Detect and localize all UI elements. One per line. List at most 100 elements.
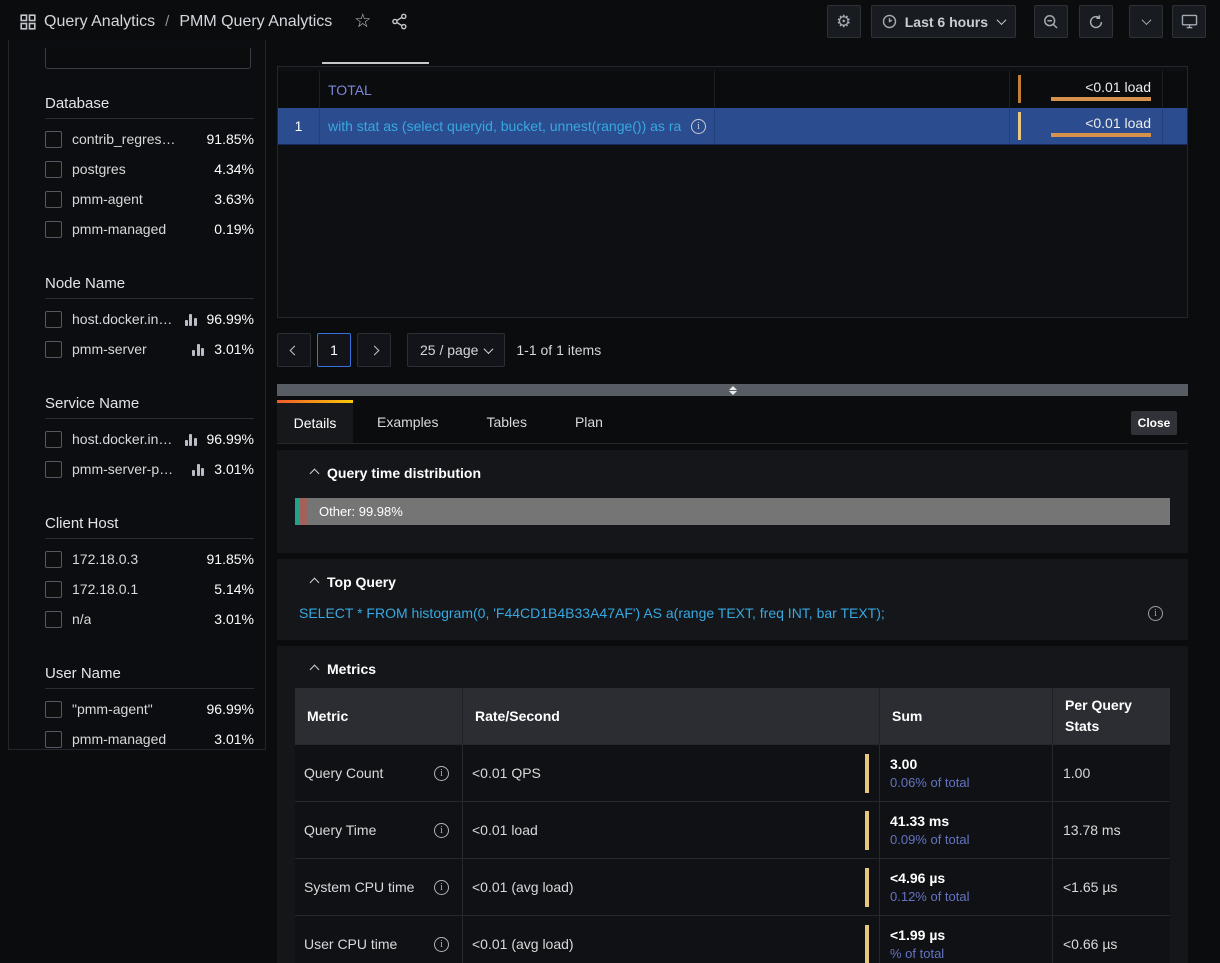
metric-rate: <0.01 load <box>472 822 538 838</box>
checkbox[interactable] <box>45 461 62 478</box>
checkbox[interactable] <box>45 551 62 568</box>
load-bar <box>1051 133 1151 137</box>
time-range-picker[interactable]: Last 6 hours <box>871 5 1016 38</box>
distribution-segment-other: Other: 99.98% <box>307 498 1170 525</box>
tab-tables[interactable]: Tables <box>462 400 550 443</box>
filter-item[interactable]: "pmm-agent" 96.99% <box>45 694 254 724</box>
checkbox[interactable] <box>45 221 62 238</box>
query-cell: with stat as (select queryid, bucket, un… <box>320 108 715 144</box>
info-icon[interactable] <box>691 119 706 134</box>
percent-of-total-link[interactable]: 0.06% of total <box>890 775 1052 790</box>
filter-item[interactable]: 172.18.0.3 91.85% <box>45 544 254 574</box>
checkbox[interactable] <box>45 701 62 718</box>
query-row-selected[interactable]: 1 with stat as (select queryid, bucket, … <box>278 108 1187 145</box>
load-cell: <0.01 load <box>1009 108 1163 144</box>
refresh-interval-button[interactable] <box>1129 5 1163 38</box>
checkbox[interactable] <box>45 161 62 178</box>
collapse-chevron-up-icon[interactable] <box>311 470 318 477</box>
tab-details[interactable]: Details <box>277 400 353 443</box>
tab-examples[interactable]: Examples <box>353 400 462 443</box>
checkbox[interactable] <box>45 431 62 448</box>
filter-item[interactable]: contrib_regres… 91.85% <box>45 124 254 154</box>
filter-item[interactable]: pmm-agent 3.63% <box>45 184 254 214</box>
splitter-handle-icon <box>729 386 737 395</box>
metric-sum: 41.33 ms <box>890 813 1052 829</box>
filter-item[interactable]: n/a 3.01% <box>45 604 254 634</box>
collapse-chevron-up-icon[interactable] <box>311 579 318 586</box>
filter-label: 172.18.0.1 <box>72 581 138 597</box>
filter-percent: 3.01% <box>214 461 254 477</box>
percent-of-total-link[interactable]: 0.09% of total <box>890 832 1052 847</box>
checkbox[interactable] <box>45 731 62 748</box>
checkbox[interactable] <box>45 311 62 328</box>
bar-chart-icon <box>192 463 204 476</box>
info-icon[interactable] <box>1148 606 1163 621</box>
filter-section-service-name: Service Name host.docker.in… 96.99% pmm-… <box>45 394 254 484</box>
metric-per-query: 1.00 <box>1063 765 1090 781</box>
checkbox[interactable] <box>45 191 62 208</box>
filter-item[interactable]: pmm-server-p… 3.01% <box>45 454 254 484</box>
refresh-button[interactable] <box>1079 5 1113 38</box>
filter-percent: 96.99% <box>207 701 254 717</box>
row-number-cell <box>278 71 320 108</box>
filter-section-node-name: Node Name host.docker.in… 96.99% pmm-ser… <box>45 274 254 364</box>
settings-button[interactable]: ⚙ <box>827 5 861 38</box>
filter-label: host.docker.in… <box>72 431 172 447</box>
sparkline-spike <box>865 811 869 850</box>
checkbox[interactable] <box>45 611 62 628</box>
breadcrumb-section[interactable]: Query Analytics <box>44 13 155 31</box>
filter-percent: 3.01% <box>214 611 254 627</box>
apps-grid-icon[interactable] <box>20 14 36 30</box>
info-icon[interactable] <box>434 766 449 781</box>
tab-plan[interactable]: Plan <box>551 400 627 443</box>
panel-splitter-handle[interactable] <box>277 384 1188 396</box>
metric-rate: <0.01 QPS <box>472 765 541 781</box>
info-icon[interactable] <box>434 880 449 895</box>
query-cell: TOTAL <box>320 71 715 108</box>
metric-per-query: <0.66 µs <box>1063 936 1117 952</box>
page-number-button[interactable]: 1 <box>317 333 351 367</box>
percent-of-total-link[interactable]: % of total <box>890 946 1052 961</box>
filter-item[interactable]: pmm-managed 0.19% <box>45 214 254 244</box>
filter-item[interactable]: pmm-server 3.01% <box>45 334 254 364</box>
zoom-out-icon <box>1043 14 1059 30</box>
total-row[interactable]: TOTAL <0.01 load <box>278 71 1187 108</box>
filter-item[interactable]: postgres 4.34% <box>45 154 254 184</box>
filters-panel: Database contrib_regres… 91.85% postgres… <box>8 40 266 750</box>
chevron-left-icon <box>289 345 299 355</box>
filter-section-title: Client Host <box>45 514 254 534</box>
filter-item[interactable]: pmm-managed 3.01% <box>45 724 254 754</box>
next-page-button[interactable] <box>357 333 391 367</box>
sparkline-spike <box>865 868 869 907</box>
chevron-down-icon <box>997 15 1007 25</box>
metric-sum: <4.96 µs <box>890 870 1052 886</box>
close-button[interactable]: Close <box>1131 411 1177 435</box>
prev-page-button[interactable] <box>277 333 311 367</box>
filter-label: n/a <box>72 611 91 627</box>
filter-percent: 3.01% <box>214 731 254 747</box>
kiosk-mode-button[interactable] <box>1172 5 1206 38</box>
collapse-chevron-up-icon[interactable] <box>311 666 318 673</box>
filter-percent: 4.34% <box>214 161 254 177</box>
filter-item[interactable]: 172.18.0.1 5.14% <box>45 574 254 604</box>
breadcrumb-page[interactable]: PMM Query Analytics <box>179 13 332 31</box>
checkbox[interactable] <box>45 581 62 598</box>
star-icon[interactable]: ☆ <box>354 12 371 31</box>
filter-search-input[interactable] <box>45 48 251 69</box>
filter-item[interactable]: host.docker.in… 96.99% <box>45 424 254 454</box>
info-icon[interactable] <box>434 823 449 838</box>
metrics-table-header: Metric Rate/Second Sum Per Query Stats <box>295 688 1170 744</box>
metric-name: Query Count <box>304 765 383 781</box>
share-icon[interactable] <box>391 13 408 30</box>
checkbox[interactable] <box>45 341 62 358</box>
column-header: Rate/Second <box>463 688 880 744</box>
metric-rate: <0.01 (avg load) <box>472 879 574 895</box>
checkbox[interactable] <box>45 131 62 148</box>
zoom-out-button[interactable] <box>1034 5 1068 38</box>
percent-of-total-link[interactable]: 0.12% of total <box>890 889 1052 904</box>
pagination: 1 25 / page 1-1 of 1 items <box>277 332 601 368</box>
info-icon[interactable] <box>434 937 449 952</box>
filter-percent: 96.99% <box>207 431 254 447</box>
page-size-select[interactable]: 25 / page <box>407 333 505 367</box>
filter-item[interactable]: host.docker.in… 96.99% <box>45 304 254 334</box>
